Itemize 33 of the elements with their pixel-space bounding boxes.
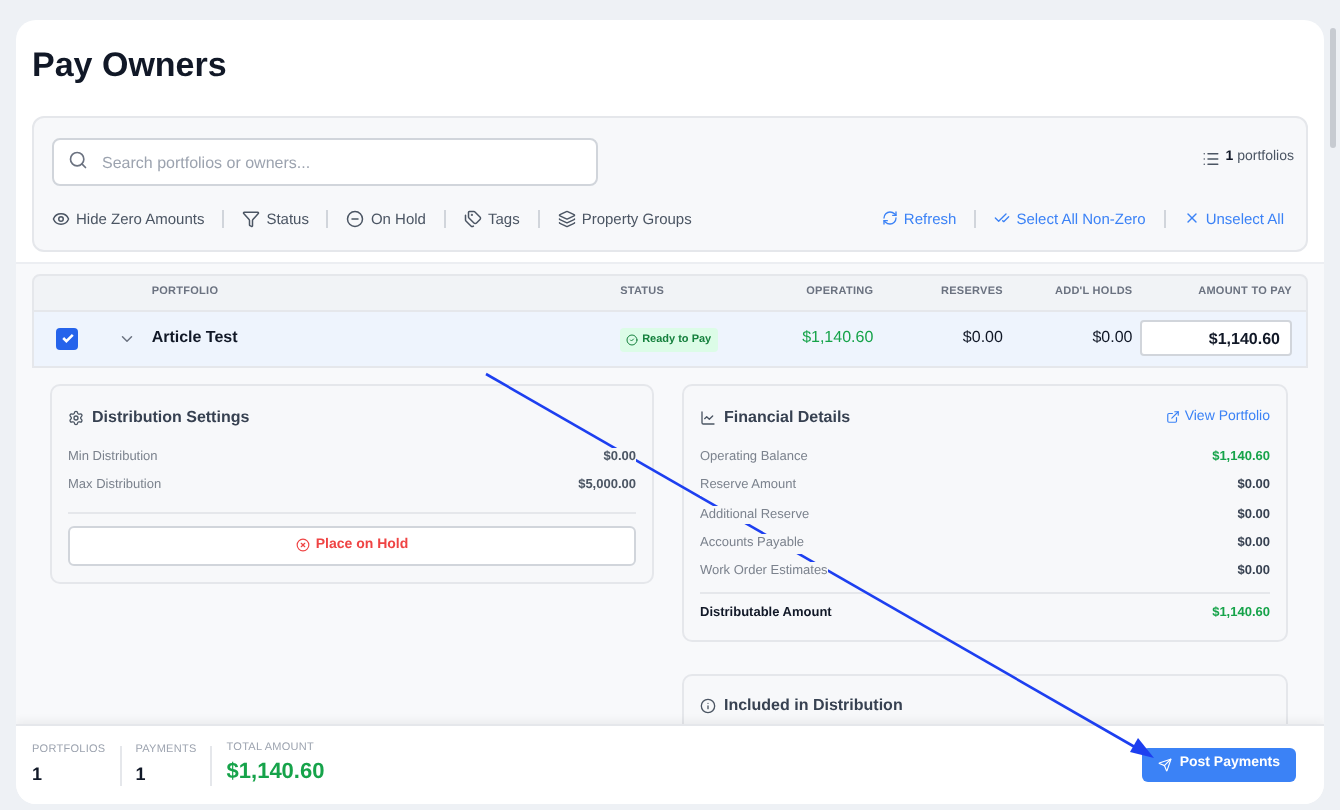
- page-title: Pay Owners: [32, 44, 227, 88]
- double-check-icon: [994, 210, 1011, 227]
- check-circle-icon: [626, 334, 639, 347]
- table-cell-text: $0.00: [960, 326, 1003, 351]
- card-title: Financial Details: [724, 405, 851, 430]
- filter-icon: [242, 209, 261, 228]
- close-icon: [1183, 210, 1200, 227]
- amount-field[interactable]: $1,140.60: [1140, 320, 1292, 357]
- tags-icon: [463, 209, 482, 228]
- send-icon: [1157, 758, 1172, 772]
- portfolio-name: Article Test: [151, 326, 240, 351]
- table-cell-text: $0.00: [1090, 326, 1133, 351]
- x-circle-icon: [295, 538, 310, 553]
- stat-value: 1: [32, 761, 45, 788]
- layers-icon: [557, 209, 576, 228]
- search-icon: [68, 149, 88, 169]
- chart-icon: [700, 409, 716, 426]
- gear-icon: [68, 409, 84, 426]
- eye-icon: [52, 209, 70, 228]
- external-link-icon: [1166, 410, 1181, 425]
- list-icon: [1201, 150, 1220, 168]
- card-title: Distribution Settings: [92, 405, 250, 430]
- circle-icon: [346, 209, 365, 228]
- table-cell-text: $1,140.60: [800, 326, 874, 351]
- refresh-icon: [881, 210, 898, 227]
- scrollbar-thumb: [1330, 28, 1336, 148]
- stat-value: $1,140.60: [226, 758, 325, 789]
- info-icon: [700, 698, 716, 715]
- stat-value: 1: [135, 761, 148, 788]
- row-checkbox[interactable]: [56, 327, 79, 350]
- card-title: Included in Distribution: [724, 694, 903, 719]
- check-icon: [59, 330, 76, 347]
- search-field[interactable]: Search portfolios or owners...: [52, 138, 598, 186]
